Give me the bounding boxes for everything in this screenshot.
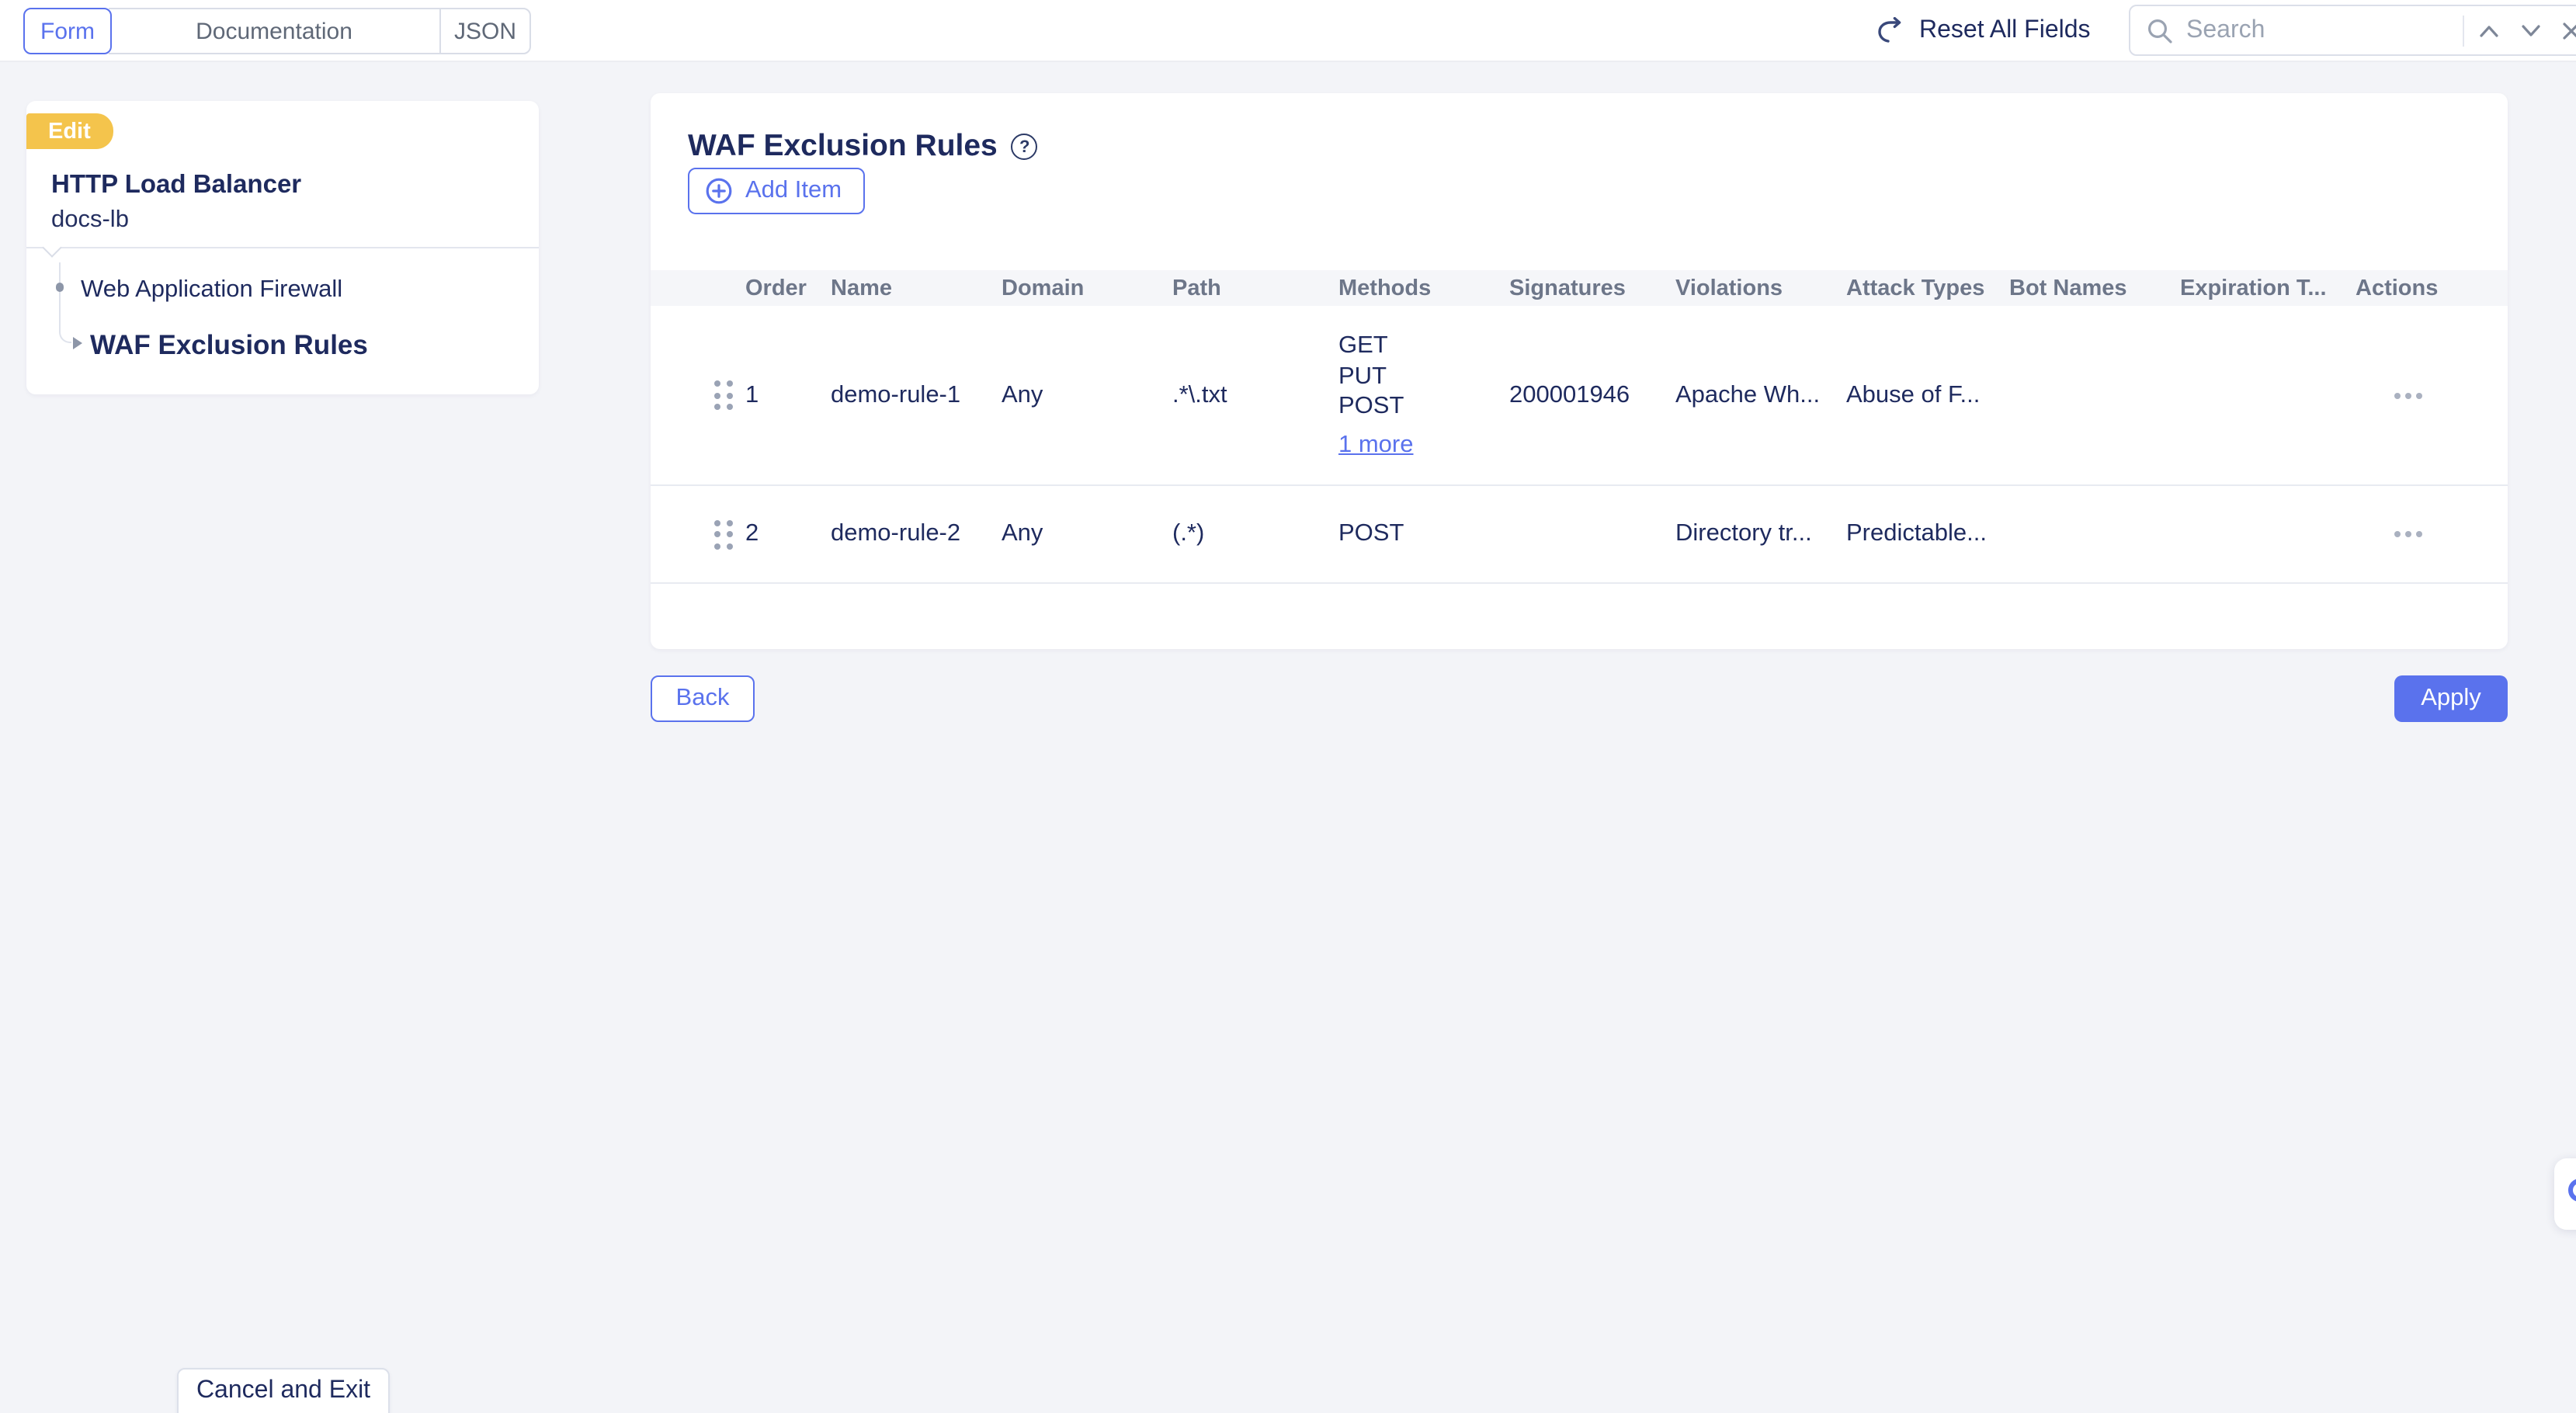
col-violations: Violations [1675, 276, 1846, 300]
col-bot-names: Bot Names [2009, 276, 2180, 300]
more-methods-link[interactable]: 1 more [1338, 429, 1509, 460]
tree-bullet-icon [55, 283, 64, 291]
sidebar-divider-notch [42, 238, 61, 257]
search-prev-icon[interactable] [2478, 23, 2500, 38]
topbar: Form Documentation JSON Reset All Fields [0, 0, 2576, 62]
tab-json[interactable]: JSON [439, 8, 531, 54]
search-input[interactable] [2186, 16, 2463, 44]
cell-domain: Any [1002, 381, 1172, 409]
cell-domain: Any [1002, 520, 1172, 548]
add-item-button[interactable]: Add Item [688, 168, 865, 214]
edit-badge: Edit [26, 113, 114, 149]
tree-arrow-icon [73, 336, 82, 349]
main-card: WAF Exclusion Rules ? Add Item Order Nam… [651, 93, 2508, 649]
help-ring-icon [2568, 1179, 2576, 1202]
search-divider [2463, 15, 2464, 46]
cell-name: demo-rule-2 [831, 520, 1002, 548]
cell-path: (.*) [1172, 520, 1338, 548]
col-path: Path [1172, 276, 1338, 300]
col-methods: Methods [1338, 276, 1509, 300]
cell-order: 2 [745, 520, 831, 548]
search-box [2129, 5, 2576, 56]
method-item: GET [1338, 331, 1509, 361]
col-name: Name [831, 276, 1002, 300]
drag-handle-icon[interactable] [714, 519, 733, 549]
apply-button[interactable]: Apply [2394, 675, 2508, 722]
cell-name: demo-rule-1 [831, 381, 1002, 409]
row-actions-icon[interactable] [2356, 392, 2461, 398]
sidebar-title: HTTP Load Balancer [51, 171, 301, 200]
reset-all-fields-button[interactable]: Reset All Fields [1876, 0, 2091, 62]
plus-circle-icon [705, 177, 733, 205]
cell-violations: Directory tr... [1675, 520, 1846, 548]
tree-connector-line [59, 262, 71, 343]
table-row: 1 demo-rule-1 Any .*\.txt GET PUT POST 1… [651, 306, 2508, 486]
undo-icon [1876, 16, 1907, 46]
row-actions-icon[interactable] [2356, 531, 2461, 537]
floating-help-widget[interactable] [2554, 1158, 2576, 1230]
col-order: Order [745, 276, 831, 300]
back-button[interactable]: Back [651, 675, 755, 722]
method-item: POST [1338, 391, 1509, 422]
cell-signatures: 200001946 [1509, 381, 1675, 409]
add-item-label: Add Item [745, 177, 842, 205]
drag-handle-icon[interactable] [714, 380, 733, 410]
cell-methods: POST [1338, 520, 1509, 548]
table-header-row: Order Name Domain Path Methods Signature… [651, 270, 2508, 306]
app-root: Form Documentation JSON Reset All Fields [0, 0, 2576, 1413]
page-title: WAF Exclusion Rules [688, 129, 998, 165]
method-item: PUT [1338, 361, 1509, 391]
tab-documentation[interactable]: Documentation [109, 8, 441, 54]
sidebar-subtitle: docs-lb [51, 207, 129, 234]
waf-rules-table: Order Name Domain Path Methods Signature… [651, 270, 2508, 584]
sidebar-item-web-application-firewall[interactable]: Web Application Firewall [81, 276, 342, 304]
sidebar-card: Edit HTTP Load Balancer docs-lb Web Appl… [26, 101, 539, 394]
cell-attack-types: Predictable... [1846, 520, 2009, 548]
search-icon [2146, 16, 2174, 44]
cell-violations: Apache Wh... [1675, 381, 1846, 409]
cancel-and-exit-button[interactable]: Cancel and Exit [177, 1368, 390, 1413]
sidebar-divider [26, 247, 539, 248]
col-expiration: Expiration T... [2180, 276, 2356, 300]
table-row: 2 demo-rule-2 Any (.*) POST Directory tr… [651, 486, 2508, 584]
help-icon[interactable]: ? [1012, 134, 1038, 160]
col-attack-types: Attack Types [1846, 276, 2009, 300]
reset-all-fields-label: Reset All Fields [1919, 17, 2091, 45]
col-actions: Actions [2356, 276, 2461, 300]
cell-attack-types: Abuse of F... [1846, 381, 2009, 409]
view-tabgroup: Form Documentation JSON [23, 8, 531, 54]
col-domain: Domain [1002, 276, 1172, 300]
cell-methods: GET PUT POST 1 more [1338, 331, 1509, 460]
search-close-icon[interactable] [2562, 21, 2576, 40]
col-signatures: Signatures [1509, 276, 1675, 300]
sidebar-item-waf-exclusion-rules[interactable]: WAF Exclusion Rules [90, 329, 368, 362]
tab-form[interactable]: Form [23, 8, 112, 54]
cell-order: 1 [745, 381, 831, 409]
cell-path: .*\.txt [1172, 381, 1338, 409]
search-next-icon[interactable] [2520, 23, 2542, 38]
